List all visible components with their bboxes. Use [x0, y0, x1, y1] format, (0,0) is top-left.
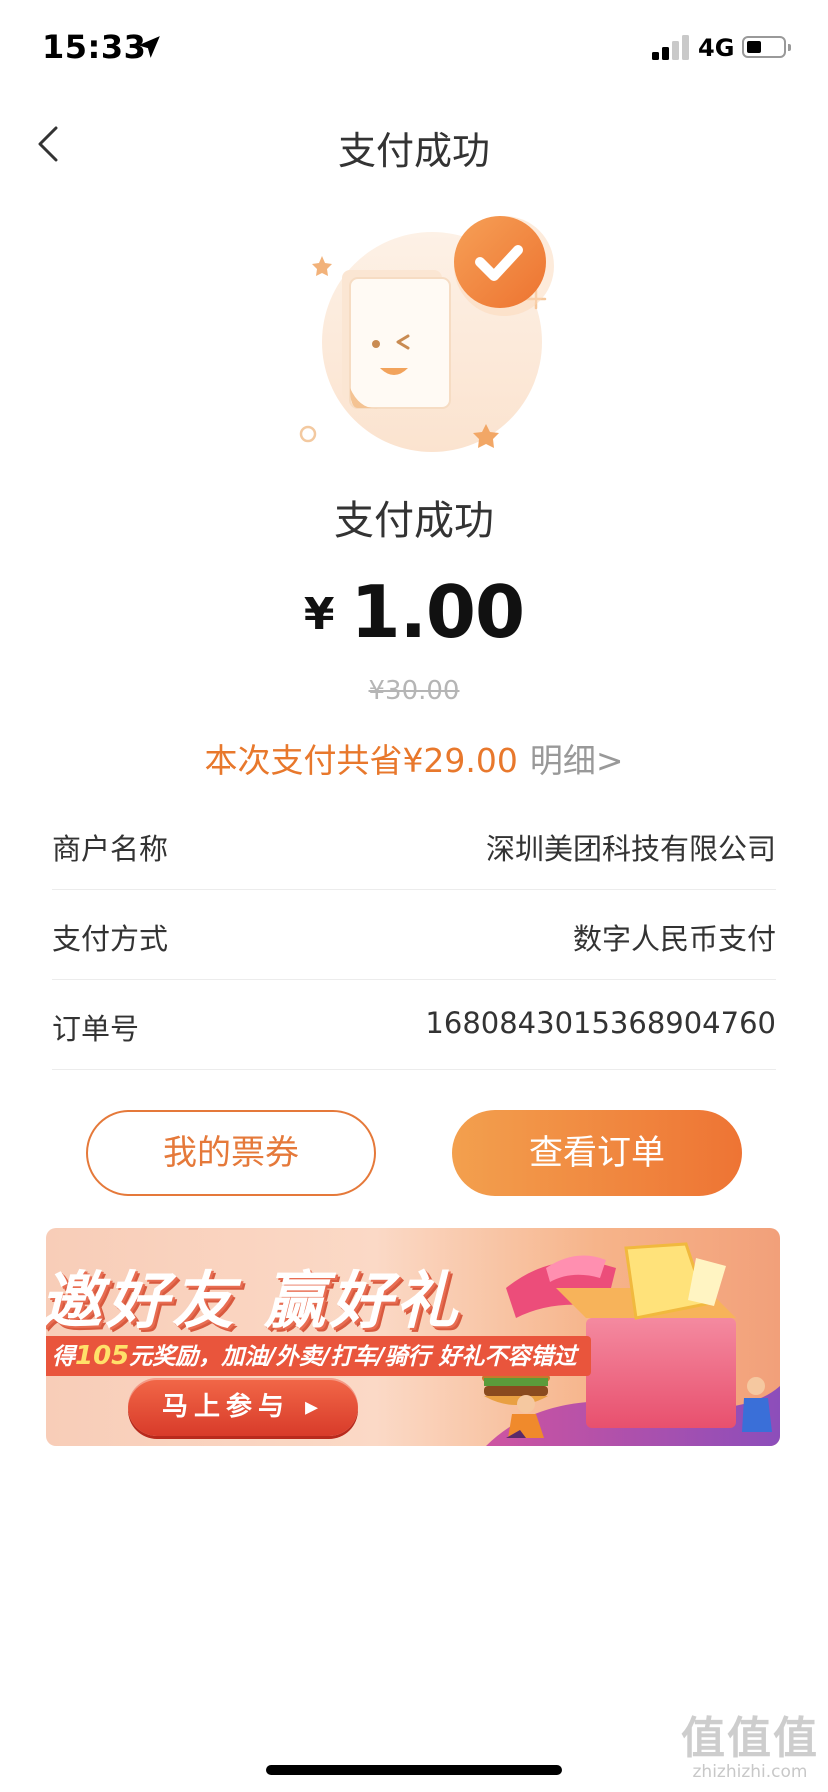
view-order-button[interactable]: 查看订单	[452, 1110, 742, 1196]
info-value: 深圳美团科技有限公司	[485, 832, 776, 866]
payment-success-illustration	[299, 216, 554, 452]
info-value: 数字人民币支付	[572, 922, 776, 956]
payment-amount: ¥1.00	[0, 570, 828, 654]
savings-detail-link[interactable]: 明细>	[530, 741, 624, 780]
banner-subtitle-rest: 元奖励，加油/外卖/打车/骑行 好礼不容错过	[129, 1344, 577, 1370]
order-info-list: 商户名称 深圳美团科技有限公司 支付方式 数字人民币支付 订单号 1680843…	[52, 800, 776, 1070]
status-bar: 15:33 4G	[0, 0, 828, 96]
amount-value: 1.00	[350, 570, 525, 654]
site-watermark: 值值值 zhizhizhi.com	[676, 1702, 824, 1782]
invite-friends-banner[interactable]: 邀好友 赢好礼 得105元奖励，加油/外卖/打车/骑行 好礼不容错过 马上参与 …	[46, 1228, 780, 1446]
currency-symbol: ¥	[303, 589, 335, 640]
nav-bar: 支付成功	[0, 96, 828, 192]
battery-icon	[742, 36, 791, 58]
info-row-payment-method: 支付方式 数字人民币支付	[52, 890, 776, 980]
status-time: 15:33	[42, 28, 147, 66]
home-indicator[interactable]	[266, 1765, 562, 1775]
info-label: 订单号	[52, 1012, 140, 1046]
banner-title: 邀好友 赢好礼	[46, 1264, 462, 1337]
payment-status-title: 支付成功	[334, 498, 494, 544]
banner-reward-amount: 105	[75, 1341, 130, 1371]
banner-subtitle: 得105元奖励，加油/外卖/打车/骑行 好礼不容错过	[46, 1336, 591, 1376]
cellular-signal-icon	[652, 34, 690, 60]
info-label: 支付方式	[52, 922, 169, 956]
savings-text: 本次支付共省¥29.00	[204, 741, 518, 780]
info-label: 商户名称	[52, 832, 169, 866]
my-coupons-button[interactable]: 我的票券	[86, 1110, 376, 1196]
original-price: ¥30.00	[368, 676, 460, 706]
location-arrow-icon	[138, 36, 160, 58]
page-title: 支付成功	[337, 129, 490, 173]
info-value: 1680843015368904760	[425, 1006, 776, 1040]
network-type-label: 4G	[698, 34, 735, 62]
join-now-button[interactable]: 马上参与 ▸	[128, 1378, 358, 1436]
banner-subtitle-prefix: 得	[52, 1344, 75, 1370]
savings-row: 本次支付共省¥29.00 明细>	[0, 734, 828, 782]
info-row-order-number: 订单号 1680843015368904760	[52, 980, 776, 1070]
watermark-logo: 值值值	[681, 1713, 819, 1764]
info-row-merchant: 商户名称 深圳美团科技有限公司	[52, 800, 776, 890]
